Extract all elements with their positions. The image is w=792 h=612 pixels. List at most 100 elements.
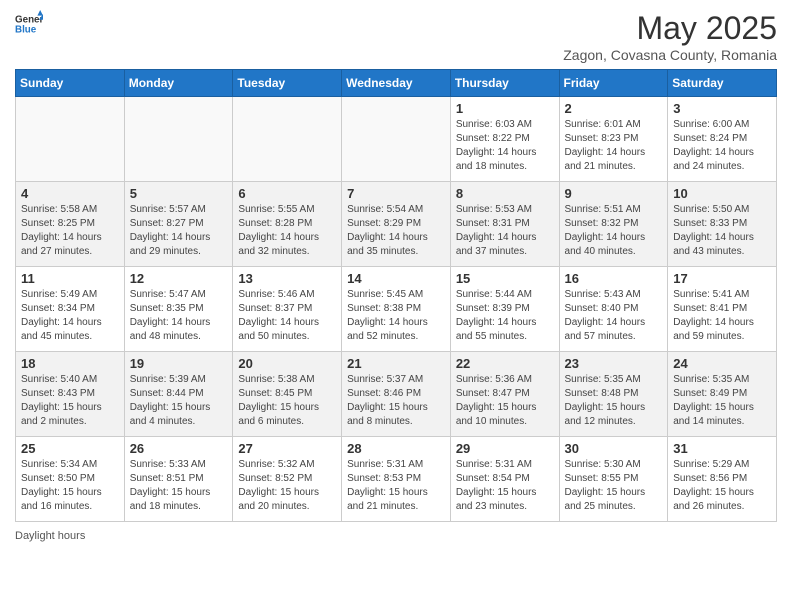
day-number: 27: [238, 441, 336, 456]
calendar-cell: 25 Sunrise: 5:34 AM Sunset: 8:50 PM Dayli…: [16, 437, 125, 522]
calendar-cell: 26 Sunrise: 5:33 AM Sunset: 8:51 PM Dayli…: [124, 437, 233, 522]
day-number: 16: [565, 271, 663, 286]
day-number: 14: [347, 271, 445, 286]
col-header-monday: Monday: [124, 70, 233, 97]
day-number: 26: [130, 441, 228, 456]
calendar-cell: 8Sunrise: 5:53 AM Sunset: 8:31 PM Daylig…: [450, 182, 559, 267]
week-row-1: 1 Sunrise: 6:03 AM Sunset: 8:22 PM Daylig…: [16, 97, 777, 182]
title-block: May 2025 Zagon, Covasna County, Romania: [563, 10, 777, 63]
day-number: 24: [673, 356, 771, 371]
logo-icon: General Blue: [15, 10, 43, 38]
day-number: 20: [238, 356, 336, 371]
day-number: 13: [238, 271, 336, 286]
day-info: Sunrise: 5:55 AM Sunset: 8:28 PM Dayligh…: [238, 203, 336, 259]
day-info: Sunrise: 5:34 AM Sunset: 8:50 PM Dayligh…: [21, 458, 119, 514]
day-number: 1: [456, 101, 554, 116]
header-row: SundayMondayTuesdayWednesdayThursdayFrid…: [16, 70, 777, 97]
day-info: Sunrise: 5:30 AM Sunset: 8:55 PM Dayligh…: [565, 458, 663, 514]
day-number: 22: [456, 356, 554, 371]
day-info: Sunrise: 5:43 AM Sunset: 8:40 PM Dayligh…: [565, 288, 663, 344]
day-info: Sunrise: 5:46 AM Sunset: 8:37 PM Dayligh…: [238, 288, 336, 344]
calendar-cell: 19 Sunrise: 5:39 AM Sunset: 8:44 PM Dayli…: [124, 352, 233, 437]
day-info: Sunrise: 6:03 AM Sunset: 8:22 PM Dayligh…: [456, 118, 554, 174]
day-number: 15: [456, 271, 554, 286]
calendar-cell: 4Sunrise: 5:58 AM Sunset: 8:25 PM Daylig…: [16, 182, 125, 267]
day-info: Sunrise: 5:31 AM Sunset: 8:54 PM Dayligh…: [456, 458, 554, 514]
calendar-cell: 7 Sunrise: 5:54 AM Sunset: 8:29 PM Daylig…: [342, 182, 451, 267]
calendar-cell: 20 Sunrise: 5:38 AM Sunset: 8:45 PM Dayli…: [233, 352, 342, 437]
day-info: Sunrise: 5:54 AM Sunset: 8:29 PM Dayligh…: [347, 203, 445, 259]
calendar-cell: 1 Sunrise: 6:03 AM Sunset: 8:22 PM Daylig…: [450, 97, 559, 182]
day-number: 3: [673, 101, 771, 116]
day-info: Sunrise: 5:53 AM Sunset: 8:31 PM Dayligh…: [456, 203, 554, 259]
logo: General Blue: [15, 10, 43, 38]
calendar-cell: 24 Sunrise: 5:35 AM Sunset: 8:49 PM Dayli…: [668, 352, 777, 437]
day-info: Sunrise: 6:01 AM Sunset: 8:23 PM Dayligh…: [565, 118, 663, 174]
day-number: 18: [21, 356, 119, 371]
month-year-title: May 2025: [563, 10, 777, 47]
day-info: Sunrise: 5:31 AM Sunset: 8:53 PM Dayligh…: [347, 458, 445, 514]
day-info: Sunrise: 5:57 AM Sunset: 8:27 PM Dayligh…: [130, 203, 228, 259]
col-header-friday: Friday: [559, 70, 668, 97]
col-header-saturday: Saturday: [668, 70, 777, 97]
day-info: Sunrise: 5:45 AM Sunset: 8:38 PM Dayligh…: [347, 288, 445, 344]
week-row-4: 18Sunrise: 5:40 AM Sunset: 8:43 PM Dayli…: [16, 352, 777, 437]
footer: Daylight hours: [15, 530, 777, 542]
day-info: Sunrise: 5:41 AM Sunset: 8:41 PM Dayligh…: [673, 288, 771, 344]
day-number: 17: [673, 271, 771, 286]
calendar-cell: 6 Sunrise: 5:55 AM Sunset: 8:28 PM Daylig…: [233, 182, 342, 267]
day-number: 6: [238, 186, 336, 201]
calendar-cell: 22 Sunrise: 5:36 AM Sunset: 8:47 PM Dayli…: [450, 352, 559, 437]
day-number: 7: [347, 186, 445, 201]
day-number: 4: [21, 186, 119, 201]
day-number: 25: [21, 441, 119, 456]
calendar-cell: 18Sunrise: 5:40 AM Sunset: 8:43 PM Dayli…: [16, 352, 125, 437]
day-info: Sunrise: 5:39 AM Sunset: 8:44 PM Dayligh…: [130, 373, 228, 429]
calendar-cell: 30 Sunrise: 5:30 AM Sunset: 8:55 PM Dayli…: [559, 437, 668, 522]
day-info: Sunrise: 5:36 AM Sunset: 8:47 PM Dayligh…: [456, 373, 554, 429]
calendar-cell: 21Sunrise: 5:37 AM Sunset: 8:46 PM Dayli…: [342, 352, 451, 437]
day-number: 10: [673, 186, 771, 201]
day-info: Sunrise: 5:49 AM Sunset: 8:34 PM Dayligh…: [21, 288, 119, 344]
day-number: 28: [347, 441, 445, 456]
day-number: 30: [565, 441, 663, 456]
day-number: 9: [565, 186, 663, 201]
calendar-cell: 23Sunrise: 5:35 AM Sunset: 8:48 PM Dayli…: [559, 352, 668, 437]
col-header-wednesday: Wednesday: [342, 70, 451, 97]
week-row-5: 25 Sunrise: 5:34 AM Sunset: 8:50 PM Dayli…: [16, 437, 777, 522]
col-header-sunday: Sunday: [16, 70, 125, 97]
day-number: 23: [565, 356, 663, 371]
day-info: Sunrise: 6:00 AM Sunset: 8:24 PM Dayligh…: [673, 118, 771, 174]
page-header: General Blue May 2025 Zagon, Covasna Cou…: [15, 10, 777, 63]
calendar-cell: 10 Sunrise: 5:50 AM Sunset: 8:33 PM Dayli…: [668, 182, 777, 267]
day-number: 11: [21, 271, 119, 286]
calendar-cell: 14 Sunrise: 5:45 AM Sunset: 8:38 PM Dayli…: [342, 267, 451, 352]
calendar-cell: 31Sunrise: 5:29 AM Sunset: 8:56 PM Dayli…: [668, 437, 777, 522]
calendar-cell: [233, 97, 342, 182]
daylight-hours-label: Daylight hours: [15, 530, 85, 542]
day-number: 29: [456, 441, 554, 456]
day-info: Sunrise: 5:38 AM Sunset: 8:45 PM Dayligh…: [238, 373, 336, 429]
day-info: Sunrise: 5:35 AM Sunset: 8:49 PM Dayligh…: [673, 373, 771, 429]
calendar-cell: 12Sunrise: 5:47 AM Sunset: 8:35 PM Dayli…: [124, 267, 233, 352]
day-info: Sunrise: 5:50 AM Sunset: 8:33 PM Dayligh…: [673, 203, 771, 259]
calendar-cell: 2Sunrise: 6:01 AM Sunset: 8:23 PM Daylig…: [559, 97, 668, 182]
calendar-cell: [342, 97, 451, 182]
week-row-2: 4Sunrise: 5:58 AM Sunset: 8:25 PM Daylig…: [16, 182, 777, 267]
day-number: 19: [130, 356, 228, 371]
calendar-table: SundayMondayTuesdayWednesdayThursdayFrid…: [15, 69, 777, 522]
day-info: Sunrise: 5:32 AM Sunset: 8:52 PM Dayligh…: [238, 458, 336, 514]
calendar-cell: [16, 97, 125, 182]
calendar-cell: 9Sunrise: 5:51 AM Sunset: 8:32 PM Daylig…: [559, 182, 668, 267]
day-number: 5: [130, 186, 228, 201]
day-number: 31: [673, 441, 771, 456]
day-info: Sunrise: 5:33 AM Sunset: 8:51 PM Dayligh…: [130, 458, 228, 514]
calendar-cell: 28 Sunrise: 5:31 AM Sunset: 8:53 PM Dayli…: [342, 437, 451, 522]
day-number: 12: [130, 271, 228, 286]
calendar-cell: 13 Sunrise: 5:46 AM Sunset: 8:37 PM Dayli…: [233, 267, 342, 352]
col-header-tuesday: Tuesday: [233, 70, 342, 97]
svg-text:Blue: Blue: [15, 24, 37, 35]
day-info: Sunrise: 5:37 AM Sunset: 8:46 PM Dayligh…: [347, 373, 445, 429]
col-header-thursday: Thursday: [450, 70, 559, 97]
calendar-cell: 5 Sunrise: 5:57 AM Sunset: 8:27 PM Daylig…: [124, 182, 233, 267]
